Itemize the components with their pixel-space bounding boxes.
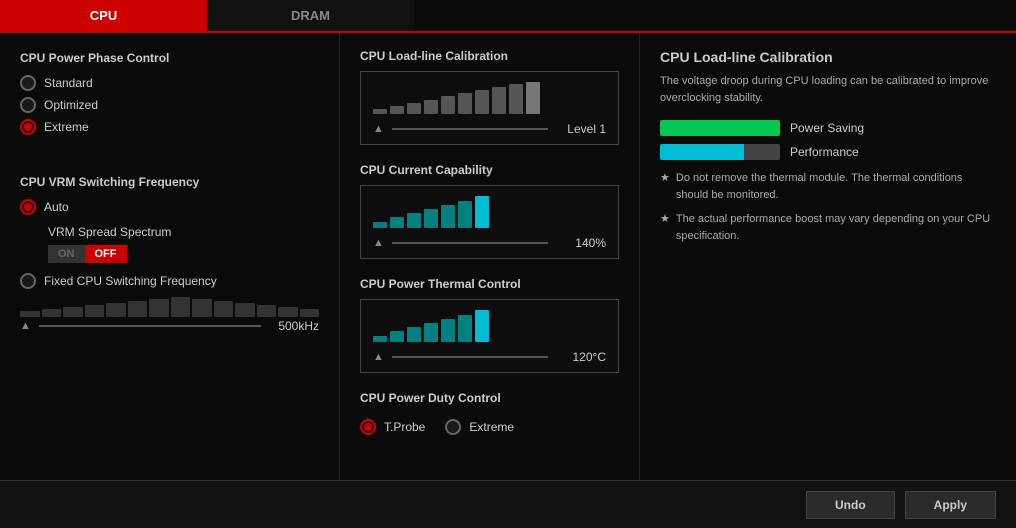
freq-line-track bbox=[39, 325, 261, 327]
tab-cpu[interactable]: CPU bbox=[0, 0, 207, 31]
freq-value: 500kHz bbox=[269, 319, 319, 333]
current-cap-viz bbox=[373, 196, 606, 228]
thermal-track bbox=[392, 356, 548, 358]
current-cap-box: ▲ 140% bbox=[360, 185, 619, 259]
apply-button[interactable]: Apply bbox=[905, 491, 996, 519]
tab-dram[interactable]: DRAM bbox=[207, 0, 414, 31]
phase-control-group: Standard Optimized Extreme bbox=[20, 75, 319, 135]
freq-slider-container: ▲ 500kHz bbox=[20, 297, 319, 333]
freq-slider-footer: ▲ 500kHz bbox=[20, 319, 319, 333]
load-line-box: ▲ Level 1 bbox=[360, 71, 619, 145]
right-panel: CPU Load-line Calibration The voltage dr… bbox=[640, 33, 1016, 480]
radio-fixed-outer bbox=[20, 273, 36, 289]
load-line-viz bbox=[373, 82, 606, 114]
legend-performance: Performance bbox=[660, 144, 996, 160]
left-panel: CPU Power Phase Control Standard Optimiz… bbox=[0, 33, 340, 480]
note-1-text: Do not remove the thermal module. The th… bbox=[676, 170, 996, 203]
radio-tprobe-label: T.Probe bbox=[384, 420, 425, 434]
thermal-block: CPU Power Thermal Control ▲ 120°C bbox=[360, 277, 619, 373]
radio-optimized-label: Optimized bbox=[44, 98, 98, 112]
note-1: ★ Do not remove the thermal module. The … bbox=[660, 170, 996, 203]
radio-duty-extreme-label: Extreme bbox=[469, 420, 514, 434]
toggle-off-button[interactable]: OFF bbox=[85, 245, 127, 263]
radio-extreme-label: Extreme bbox=[44, 120, 89, 134]
right-title: CPU Load-line Calibration bbox=[660, 49, 996, 65]
radio-auto[interactable]: Auto bbox=[20, 199, 319, 215]
load-line-title: CPU Load-line Calibration bbox=[360, 49, 619, 63]
radio-duty-extreme[interactable]: Extreme bbox=[445, 419, 514, 435]
bottom-bar: Undo Apply bbox=[0, 480, 1016, 528]
thermal-arrow: ▲ bbox=[373, 351, 384, 363]
radio-standard-outer bbox=[20, 75, 36, 91]
note-2: ★ The actual performance boost may vary … bbox=[660, 211, 996, 244]
legend-power-saving: Power Saving bbox=[660, 120, 996, 136]
vrm-spread-label: VRM Spread Spectrum bbox=[48, 225, 319, 239]
thermal-viz bbox=[373, 310, 606, 342]
freq-arrow-left: ▲ bbox=[20, 320, 31, 332]
radio-auto-outer bbox=[20, 199, 36, 215]
radio-auto-label: Auto bbox=[44, 200, 69, 214]
current-cap-value: 140% bbox=[556, 236, 606, 250]
thermal-title: CPU Power Thermal Control bbox=[360, 277, 619, 291]
legend-label-power-saving: Power Saving bbox=[790, 121, 864, 135]
radio-duty-extreme-outer bbox=[445, 419, 461, 435]
note-2-text: The actual performance boost may vary de… bbox=[676, 211, 996, 244]
current-cap-track bbox=[392, 242, 548, 244]
load-line-track bbox=[392, 128, 548, 130]
phase-control-title: CPU Power Phase Control bbox=[20, 51, 319, 65]
current-cap-title: CPU Current Capability bbox=[360, 163, 619, 177]
current-cap-arrow: ▲ bbox=[373, 237, 384, 249]
note-2-star: ★ bbox=[660, 211, 670, 244]
tab-bar: CPU DRAM bbox=[0, 0, 1016, 33]
radio-extreme-outer bbox=[20, 119, 36, 135]
load-line-block: CPU Load-line Calibration ▲ bbox=[360, 49, 619, 145]
vrm-switching-title: CPU VRM Switching Frequency bbox=[20, 175, 319, 189]
current-cap-footer: ▲ 140% bbox=[373, 236, 606, 250]
main-content: CPU Power Phase Control Standard Optimiz… bbox=[0, 33, 1016, 480]
load-line-arrow: ▲ bbox=[373, 123, 384, 135]
middle-panel: CPU Load-line Calibration ▲ bbox=[340, 33, 640, 480]
legend-label-performance: Performance bbox=[790, 145, 859, 159]
note-1-star: ★ bbox=[660, 170, 670, 203]
radio-tprobe-outer bbox=[360, 419, 376, 435]
notes-section: ★ Do not remove the thermal module. The … bbox=[660, 170, 996, 244]
radio-extreme[interactable]: Extreme bbox=[20, 119, 319, 135]
thermal-value: 120°C bbox=[556, 350, 606, 364]
radio-tprobe-inner bbox=[364, 423, 372, 431]
current-cap-block: CPU Current Capability ▲ 140% bbox=[360, 163, 619, 259]
legend-bar-cyan bbox=[660, 144, 780, 160]
toggle-on-button[interactable]: ON bbox=[48, 245, 85, 263]
right-description: The voltage droop during CPU loading can… bbox=[660, 73, 996, 106]
duty-control-row: T.Probe Extreme bbox=[360, 413, 619, 441]
radio-standard-label: Standard bbox=[44, 76, 93, 90]
radio-fixed-freq[interactable]: Fixed CPU Switching Frequency bbox=[20, 273, 319, 289]
load-line-value: Level 1 bbox=[556, 122, 606, 136]
radio-optimized-outer bbox=[20, 97, 36, 113]
legend-bar-green bbox=[660, 120, 780, 136]
duty-control-block: CPU Power Duty Control T.Probe Extreme bbox=[360, 391, 619, 441]
undo-button[interactable]: Undo bbox=[806, 491, 895, 519]
load-line-footer: ▲ Level 1 bbox=[373, 122, 606, 136]
radio-optimized[interactable]: Optimized bbox=[20, 97, 319, 113]
radio-standard[interactable]: Standard bbox=[20, 75, 319, 91]
duty-control-title: CPU Power Duty Control bbox=[360, 391, 619, 405]
radio-tprobe[interactable]: T.Probe bbox=[360, 419, 425, 435]
thermal-box: ▲ 120°C bbox=[360, 299, 619, 373]
toggle-group: ON OFF bbox=[48, 245, 319, 263]
freq-stair-viz bbox=[20, 297, 319, 317]
radio-fixed-label: Fixed CPU Switching Frequency bbox=[44, 274, 217, 288]
radio-extreme-inner bbox=[24, 123, 32, 131]
vrm-spread-section: VRM Spread Spectrum ON OFF bbox=[20, 225, 319, 263]
thermal-footer: ▲ 120°C bbox=[373, 350, 606, 364]
radio-auto-inner bbox=[24, 203, 32, 211]
